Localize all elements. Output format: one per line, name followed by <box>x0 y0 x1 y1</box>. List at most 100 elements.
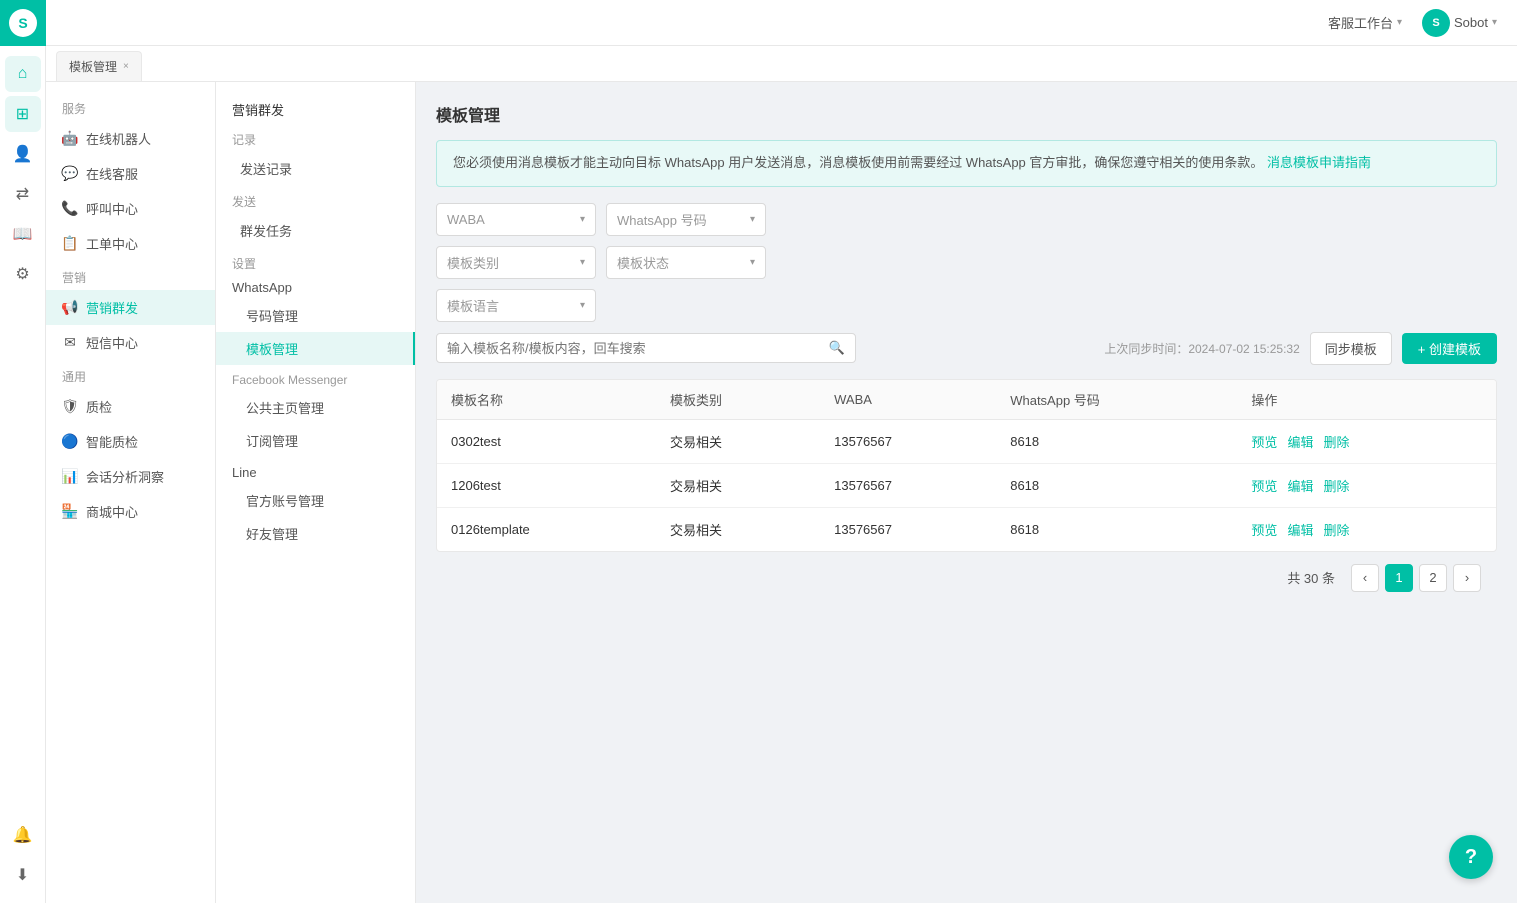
prev-page-btn[interactable]: ‹ <box>1351 564 1379 592</box>
waba-select[interactable]: WABA ▾ <box>436 203 596 236</box>
action-编辑[interactable]: 编辑 <box>1287 523 1313 538</box>
user-avatar: S <box>1422 9 1450 37</box>
nav-item-marketing-broadcast[interactable]: 📢 营销群发 <box>46 290 215 325</box>
nav-item-sms-center[interactable]: ✉ 短信中心 <box>46 325 215 360</box>
sec-nav-page-management[interactable]: 公共主页管理 <box>216 391 415 424</box>
app-logo: S <box>9 9 37 37</box>
sidebar-home-icon[interactable]: ⌂ <box>5 56 41 92</box>
cell-actions: 预览编辑删除 <box>1237 507 1496 551</box>
nav-item-label: 工单中心 <box>86 234 138 253</box>
ticket-center-icon: 📋 <box>62 236 78 252</box>
nav-item-quality-check[interactable]: 🛡 质检 <box>46 389 215 424</box>
info-link[interactable]: 消息模板申请指南 <box>1267 155 1371 170</box>
sidebar-user-icon[interactable]: 👤 <box>5 136 41 172</box>
cell-waba: 13576567 <box>820 463 996 507</box>
sidebar-download-icon[interactable]: ⬇ <box>5 857 41 893</box>
call-center-icon: 📞 <box>62 201 78 217</box>
sidebar-exchange-icon[interactable]: ⇄ <box>5 176 41 212</box>
workspace-chevron: ▾ <box>1397 17 1402 28</box>
template-type-select[interactable]: 模板类别 ▾ <box>436 246 596 279</box>
template-language-placeholder: 模板语言 <box>447 296 499 315</box>
action-删除[interactable]: 删除 <box>1323 479 1349 494</box>
search-action-row: 🔍 上次同步时间：2024-07-02 15:25:32 同步模板 + 创建模板 <box>436 332 1497 365</box>
nav-item-online-robot[interactable]: 🤖 在线机器人 <box>46 121 215 156</box>
template-table: 模板名称 模板类别 WABA WhatsApp 号码 操作 0302test 交… <box>437 380 1496 551</box>
template-content-area: 模板管理 您必须使用消息模板才能主动向目标 WhatsApp 用户发送消息，消息… <box>416 82 1517 903</box>
sync-btn[interactable]: 同步模板 <box>1310 332 1392 365</box>
last-sync-time: 上次同步时间：2024-07-02 15:25:32 <box>1104 340 1299 357</box>
cell-name: 1206test <box>437 463 656 507</box>
page-1-btn[interactable]: 1 <box>1385 564 1413 592</box>
tab-close-btn[interactable]: × <box>123 61 129 72</box>
filter-row-1: WABA ▾ WhatsApp 号码 ▾ <box>436 203 1497 236</box>
sync-area: 上次同步时间：2024-07-02 15:25:32 同步模板 + 创建模板 <box>1104 332 1497 365</box>
sidebar-gear-icon[interactable]: ⚙ <box>5 256 41 292</box>
status-arrow: ▾ <box>750 257 755 268</box>
col-actions: 操作 <box>1237 380 1496 420</box>
analysis-icon: 📊 <box>62 469 78 485</box>
action-删除[interactable]: 删除 <box>1323 523 1349 538</box>
filter-row-3: 模板语言 ▾ <box>436 289 1497 322</box>
whatsapp-arrow: ▾ <box>750 214 755 225</box>
online-robot-icon: 🤖 <box>62 131 78 147</box>
language-arrow: ▾ <box>580 300 585 311</box>
action-编辑[interactable]: 编辑 <box>1287 435 1313 450</box>
action-删除[interactable]: 删除 <box>1323 435 1349 450</box>
cell-name: 0302test <box>437 419 656 463</box>
nav-item-mall[interactable]: 🏪 商城中心 <box>46 494 215 529</box>
nav-item-call-center[interactable]: 📞 呼叫中心 <box>46 191 215 226</box>
sec-nav-template-management[interactable]: 模板管理 <box>216 332 415 365</box>
action-编辑[interactable]: 编辑 <box>1287 479 1313 494</box>
next-page-btn[interactable]: › <box>1453 564 1481 592</box>
user-btn[interactable]: S Sobot ▾ <box>1422 9 1497 37</box>
sec-nav-official-account[interactable]: 官方账号管理 <box>216 484 415 517</box>
tab-label: 模板管理 <box>69 58 117 75</box>
sec-nav-subscription-management[interactable]: 订阅管理 <box>216 424 415 457</box>
section-title-marketing: 营销 <box>46 261 215 290</box>
user-label: Sobot <box>1454 15 1488 30</box>
cell-actions: 预览编辑删除 <box>1237 419 1496 463</box>
secondary-nav: 营销群发 记录 发送记录 发送 群发任务 设置 WhatsApp 号码管理 模板… <box>216 82 416 903</box>
whatsapp-number-select[interactable]: WhatsApp 号码 ▾ <box>606 203 766 236</box>
page-2-btn[interactable]: 2 <box>1419 564 1447 592</box>
icon-sidebar: ⌂ ⊞ 👤 ⇄ 📖 ⚙ 🔔 ⬇ <box>0 46 46 903</box>
cell-type: 交易相关 <box>656 507 820 551</box>
nav-item-ticket-center[interactable]: 📋 工单中心 <box>46 226 215 261</box>
sidebar-bell-icon[interactable]: 🔔 <box>5 817 41 853</box>
template-status-select[interactable]: 模板状态 ▾ <box>606 246 766 279</box>
marketing-icon: 📢 <box>62 300 78 316</box>
search-input-wrap[interactable]: 🔍 <box>436 333 856 363</box>
col-template-type: 模板类别 <box>656 380 820 420</box>
sec-nav-send-records[interactable]: 发送记录 <box>216 152 415 185</box>
nav-item-label: 短信中心 <box>86 333 138 352</box>
search-input[interactable] <box>447 341 823 356</box>
workspace-btn[interactable]: 客服工作台 ▾ <box>1328 13 1402 32</box>
action-预览[interactable]: 预览 <box>1251 435 1277 450</box>
sidebar-book-icon[interactable]: 📖 <box>5 216 41 252</box>
total-count: 共 30 条 <box>1287 568 1335 587</box>
sec-nav-broadcast-tasks[interactable]: 群发任务 <box>216 214 415 247</box>
workspace-label: 客服工作台 <box>1328 13 1393 32</box>
sec-nav-number-management[interactable]: 号码管理 <box>216 299 415 332</box>
sidebar-grid-icon[interactable]: ⊞ <box>5 96 41 132</box>
type-arrow: ▾ <box>580 257 585 268</box>
nav-item-smart-quality[interactable]: 🔵 智能质检 <box>46 424 215 459</box>
col-whatsapp-number: WhatsApp 号码 <box>996 380 1237 420</box>
create-template-btn[interactable]: + 创建模板 <box>1402 333 1497 364</box>
help-button[interactable]: ? <box>1449 835 1493 879</box>
action-预览[interactable]: 预览 <box>1251 479 1277 494</box>
online-service-icon: 💬 <box>62 166 78 182</box>
waba-arrow: ▾ <box>580 214 585 225</box>
action-预览[interactable]: 预览 <box>1251 523 1277 538</box>
template-language-select[interactable]: 模板语言 ▾ <box>436 289 596 322</box>
section-title-service: 服务 <box>46 92 215 121</box>
page-title: 模板管理 <box>436 102 1497 126</box>
nav-item-label: 商城中心 <box>86 502 138 521</box>
table-row: 1206test 交易相关 13576567 8618 预览编辑删除 <box>437 463 1496 507</box>
nav-item-online-service[interactable]: 💬 在线客服 <box>46 156 215 191</box>
top-bar-right: 客服工作台 ▾ S Sobot ▾ <box>1328 9 1497 37</box>
search-icon: 🔍 <box>829 340 845 356</box>
nav-item-conversation-analysis[interactable]: 📊 会话分析洞察 <box>46 459 215 494</box>
tab-template-management[interactable]: 模板管理 × <box>56 51 142 81</box>
sec-nav-friend-management[interactable]: 好友管理 <box>216 517 415 550</box>
